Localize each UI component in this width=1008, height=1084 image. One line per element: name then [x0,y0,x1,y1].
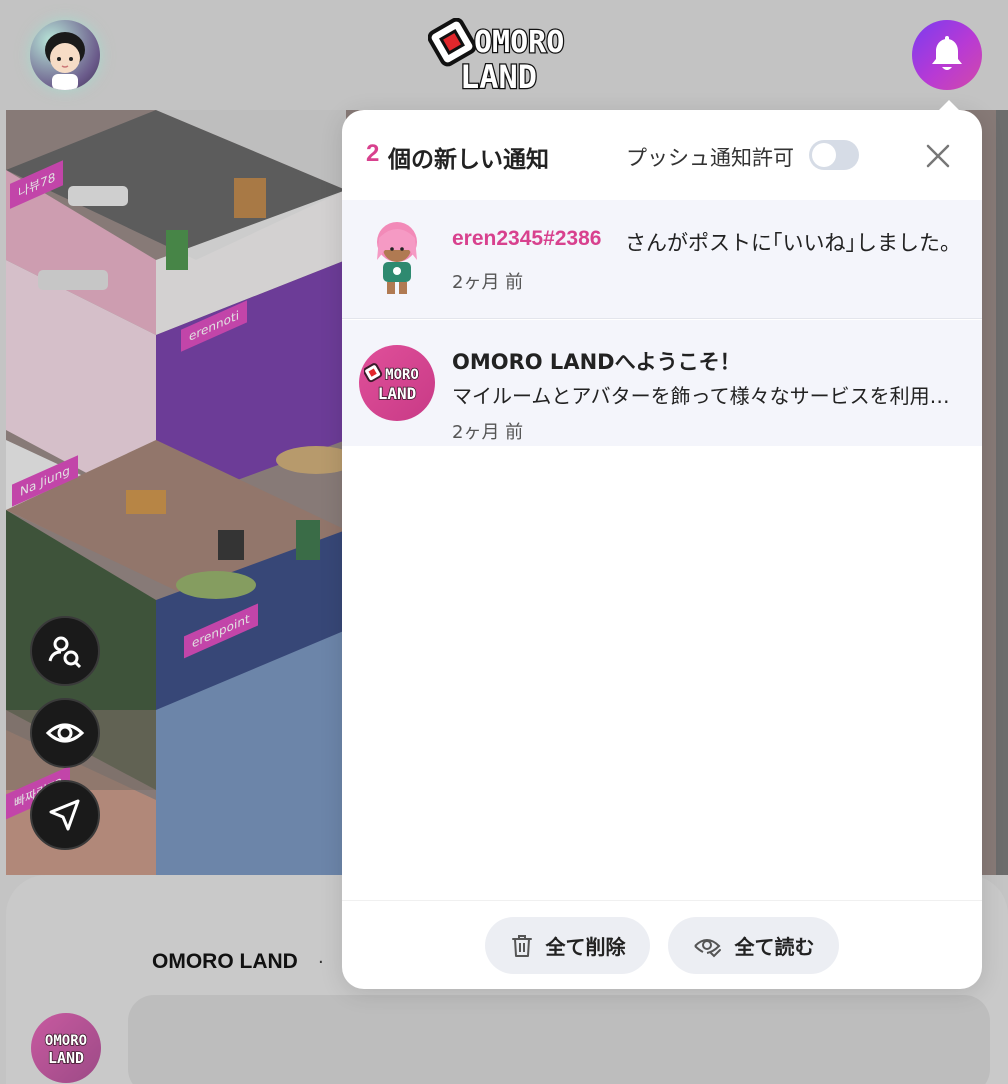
notification-item[interactable]: MORO LAND OMORO LANDへようこそ！ マイルームとアバターを飾っ… [342,320,982,446]
eye-icon [45,723,85,743]
close-icon[interactable] [922,140,954,172]
user-search-icon [48,636,82,669]
user-search-button[interactable] [30,616,100,686]
toggle-knob [812,143,836,167]
avatar-face-icon [45,32,85,90]
notification-user-link[interactable]: eren2345#2386 [452,227,601,251]
notification-time: 2ヶ月 前 [452,272,524,293]
delete-all-label: 全て削除 [545,935,626,959]
notification-time: 2ヶ月 前 [452,422,524,443]
delete-all-button[interactable]: 全て削除 [485,917,650,974]
user-avatar-button[interactable] [30,20,100,90]
notification-header: 2 個の新しい通知 プッシュ通知許可 [342,110,982,200]
notification-title-text: OMORO LANDへようこそ！ [452,350,741,374]
read-all-label: 全て読む [734,935,815,959]
read-all-button[interactable]: 全て読む [668,917,839,974]
navigate-icon [49,799,80,831]
push-permission-label: プッシュ通知許可 [626,146,794,170]
notification-body-text: マイルームとアバターを飾って様々なサービスを利用してみましょう [452,384,962,408]
trash-icon [511,934,532,957]
omoro-logo-icon: MORO LAND [364,363,420,404]
notification-item[interactable]: eren2345#2386 さんがポストに｢いいね｣しました。 2ヶ月 前 [342,200,982,319]
top-bar: OMORO LAND [0,0,1008,110]
logo-line2: LAND [460,58,537,94]
notification-message: さんがポストに｢いいね｣しました。 [625,231,961,255]
eye-check-icon [693,938,721,957]
svg-text:OMORO: OMORO [45,1033,87,1049]
feed-post-bubble[interactable] [128,995,990,1084]
omoro-land-logo-avatar: MORO LAND [359,345,435,421]
avatar-icon [377,222,417,294]
notification-footer: 全て削除 全て読む [342,900,982,989]
notification-count: 2 [366,140,380,167]
notification-bell-button[interactable] [912,20,982,90]
svg-text:LAND: LAND [48,1049,84,1067]
notification-title: 個の新しい通知 [388,147,549,173]
svg-text:LAND: LAND [378,384,417,403]
panel-pointer [937,100,961,112]
navigate-button[interactable] [30,780,100,850]
push-permission-toggle[interactable] [809,140,859,170]
omoro-land-logo[interactable]: OMORO LAND [428,18,586,94]
feed-author-avatar[interactable]: OMORO LAND [31,1013,101,1083]
svg-text:MORO: MORO [385,367,419,383]
pink-haired-avatar [359,220,435,296]
feed-separator: · [318,952,324,973]
omoro-logo-icon: OMORO LAND [44,1032,88,1068]
feed-author-name: OMORO LAND [152,950,298,973]
logo-line1: OMORO [474,25,564,60]
view-toggle-button[interactable] [30,698,100,768]
bell-icon [932,36,962,70]
notification-panel: 2 個の新しい通知 プッシュ通知許可 eren2345#2386 さんがポストに… [342,110,982,989]
